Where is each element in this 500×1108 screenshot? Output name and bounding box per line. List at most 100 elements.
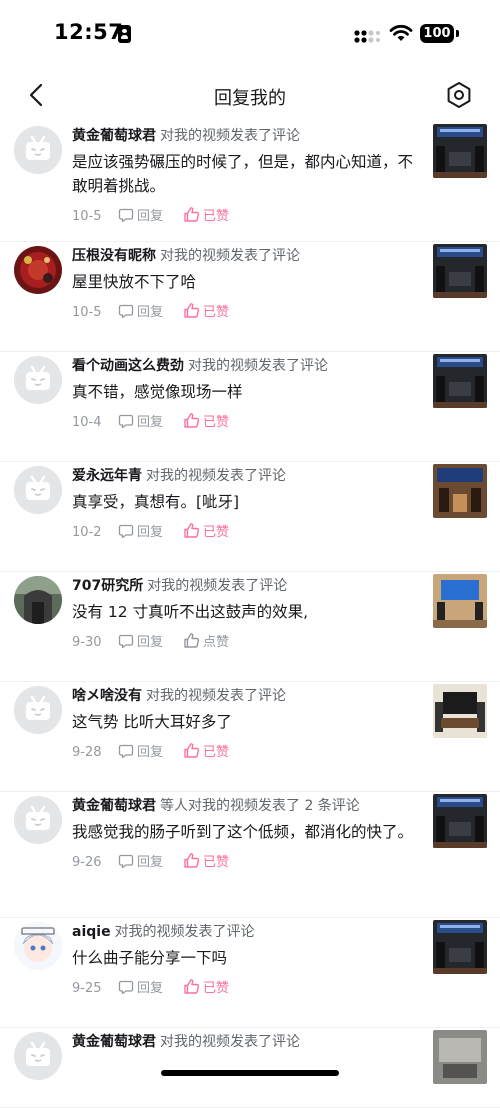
avatar[interactable] [14, 246, 62, 294]
username[interactable]: 压根没有昵称 [72, 248, 156, 264]
reply-list-item[interactable]: 黄金葡萄球君 等人对我的视频发表了 2 条评论 我感觉我的肠子听到了这个低频，都消化… [0, 792, 500, 918]
speech-bubble-icon [118, 980, 134, 995]
username[interactable]: 黄金葡萄球君 [72, 128, 156, 144]
home-indicator[interactable] [161, 1070, 339, 1076]
like-button[interactable]: 已赞 [183, 852, 229, 873]
username[interactable]: 爱永远年青 [72, 468, 142, 484]
reply-list-item[interactable]: 707研究所 对我的视频发表了评论 没有 12 寸真听不出这鼓声的效果, 9-30 回复… [0, 572, 500, 682]
reply-label: 回复 [137, 635, 164, 650]
speech-bubble-icon [118, 524, 134, 539]
video-thumbnail[interactable] [433, 794, 487, 848]
avatar[interactable] [14, 686, 62, 734]
like-button[interactable]: 已赞 [183, 742, 229, 763]
reply-button[interactable]: 回复 [118, 979, 163, 999]
reply-label: 回复 [137, 525, 164, 540]
username[interactable]: 黄金葡萄球君 [72, 1034, 156, 1050]
reply-button[interactable]: 回复 [118, 303, 163, 323]
username[interactable]: aiqie [72, 924, 111, 940]
reply-label: 回复 [137, 745, 164, 760]
reply-content: aiqie 对我的视频发表了评论 什么曲子能分享一下吗 9-25 回复 已赞 [72, 922, 424, 998]
avatar[interactable] [14, 356, 62, 404]
avatar[interactable] [14, 576, 62, 624]
battery-indicator: 100 [420, 24, 454, 43]
like-button[interactable]: 已赞 [183, 522, 229, 543]
like-button[interactable]: 点赞 [183, 632, 229, 653]
reply-date: 9-28 [72, 745, 102, 760]
reply-meta: 9-28 回复 已赞 [72, 742, 424, 762]
video-thumbnail[interactable] [433, 354, 487, 408]
reply-list-item[interactable]: 黄金葡萄球君 对我的视频发表了评论 是应该强势碾压的时候了，但是，都内心知道，不敢明… [0, 122, 500, 242]
username[interactable]: 啥メ啥没有 [72, 688, 142, 704]
action-text: 对我的视频发表了评论 [147, 578, 288, 594]
comment-text[interactable]: 真不错，感觉像现场一样 [72, 380, 424, 404]
reply-content: 啥メ啥没有 对我的视频发表了评论 这气势 比听大耳好多了 9-28 回复 已赞 [72, 686, 424, 762]
reply-button[interactable]: 回复 [118, 523, 163, 543]
video-thumbnail[interactable] [433, 1030, 487, 1084]
reply-header: 707研究所 对我的视频发表了评论 [72, 576, 424, 596]
reply-button[interactable]: 回复 [118, 413, 163, 433]
video-thumbnail[interactable] [433, 124, 487, 178]
reply-list-item[interactable]: 压根没有昵称 对我的视频发表了评论 屋里快放不下了哈 10-5 回复 已赞 [0, 242, 500, 352]
reply-list: 黄金葡萄球君 对我的视频发表了评论 是应该强势碾压的时候了，但是，都内心知道，不敢明… [0, 122, 500, 1108]
action-text: 对我的视频发表了评论 [114, 924, 255, 940]
reply-list-item[interactable]: 看个动画这么费劲 对我的视频发表了评论 真不错，感觉像现场一样 10-4 回复 已赞 [0, 352, 500, 462]
video-thumbnail[interactable] [433, 464, 487, 518]
like-label: 已赞 [203, 415, 230, 430]
thumbs-up-icon [184, 853, 200, 868]
thumbs-up-icon [184, 523, 200, 538]
username[interactable]: 看个动画这么费劲 [72, 358, 184, 374]
thumbs-up-icon [184, 303, 200, 318]
comment-text[interactable]: 真享受，真想有。[呲牙] [72, 490, 424, 514]
reply-list-item[interactable]: 啥メ啥没有 对我的视频发表了评论 这气势 比听大耳好多了 9-28 回复 已赞 [0, 682, 500, 792]
reply-content: 黄金葡萄球君 对我的视频发表了评论 [72, 1032, 424, 1052]
reply-list-item[interactable]: 爱永远年青 对我的视频发表了评论 真享受，真想有。[呲牙] 10-2 回复 已赞 [0, 462, 500, 572]
reply-meta: 10-5 回复 已赞 [72, 206, 424, 226]
comment-text[interactable]: 没有 12 寸真听不出这鼓声的效果, [72, 600, 424, 624]
reply-label: 回复 [137, 415, 164, 430]
reply-label: 回复 [137, 209, 164, 224]
video-thumbnail[interactable] [433, 920, 487, 974]
avatar[interactable] [14, 922, 62, 970]
status-bar: 12:57 100 [0, 0, 500, 66]
reply-button[interactable]: 回复 [118, 853, 163, 873]
action-text: 对我的视频发表了评论 [188, 358, 328, 374]
reply-button[interactable]: 回复 [118, 743, 163, 763]
thumbs-up-icon [184, 207, 200, 222]
comment-text[interactable]: 屋里快放不下了哈 [72, 270, 424, 294]
like-label: 已赞 [203, 525, 230, 540]
comment-text[interactable]: 我感觉我的肠子听到了这个低频，都消化的快了。 [72, 820, 424, 844]
video-thumbnail[interactable] [433, 574, 487, 628]
username[interactable]: 707研究所 [72, 578, 143, 594]
like-button[interactable]: 已赞 [183, 412, 229, 433]
like-button[interactable]: 已赞 [183, 206, 229, 227]
avatar[interactable] [14, 466, 62, 514]
speech-bubble-icon [118, 854, 134, 869]
reply-label: 回复 [137, 305, 164, 320]
like-button[interactable]: 已赞 [183, 302, 229, 323]
nav-bar: 回复我的 [0, 70, 500, 120]
like-label: 已赞 [203, 981, 230, 996]
reply-header: 压根没有昵称 对我的视频发表了评论 [72, 246, 424, 266]
reply-button[interactable]: 回复 [118, 207, 163, 227]
reply-list-item[interactable]: 黄金葡萄球君 对我的视频发表了评论 [0, 1028, 500, 1108]
settings-hexagon-icon[interactable] [444, 80, 474, 110]
thumbs-up-icon [184, 633, 200, 648]
reply-content: 707研究所 对我的视频发表了评论 没有 12 寸真听不出这鼓声的效果, 9-30 回复… [72, 576, 424, 652]
speech-bubble-icon [118, 304, 134, 319]
reply-header: 黄金葡萄球君 对我的视频发表了评论 [72, 1032, 424, 1052]
comment-text[interactable]: 什么曲子能分享一下吗 [72, 946, 424, 970]
avatar[interactable] [14, 126, 62, 174]
reply-list-item[interactable]: aiqie 对我的视频发表了评论 什么曲子能分享一下吗 9-25 回复 已赞 [0, 918, 500, 1028]
video-thumbnail[interactable] [433, 684, 487, 738]
avatar[interactable] [14, 1032, 62, 1080]
reply-button[interactable]: 回复 [118, 633, 163, 653]
reply-date: 10-2 [72, 525, 102, 540]
like-button[interactable]: 已赞 [183, 978, 229, 999]
username[interactable]: 黄金葡萄球君 [72, 798, 156, 814]
reply-meta: 9-26 回复 已赞 [72, 852, 424, 872]
speech-bubble-icon [118, 414, 134, 429]
avatar[interactable] [14, 796, 62, 844]
video-thumbnail[interactable] [433, 244, 487, 298]
comment-text[interactable]: 是应该强势碾压的时候了，但是，都内心知道，不敢明着挑战。 [72, 150, 424, 198]
comment-text[interactable]: 这气势 比听大耳好多了 [72, 710, 424, 734]
